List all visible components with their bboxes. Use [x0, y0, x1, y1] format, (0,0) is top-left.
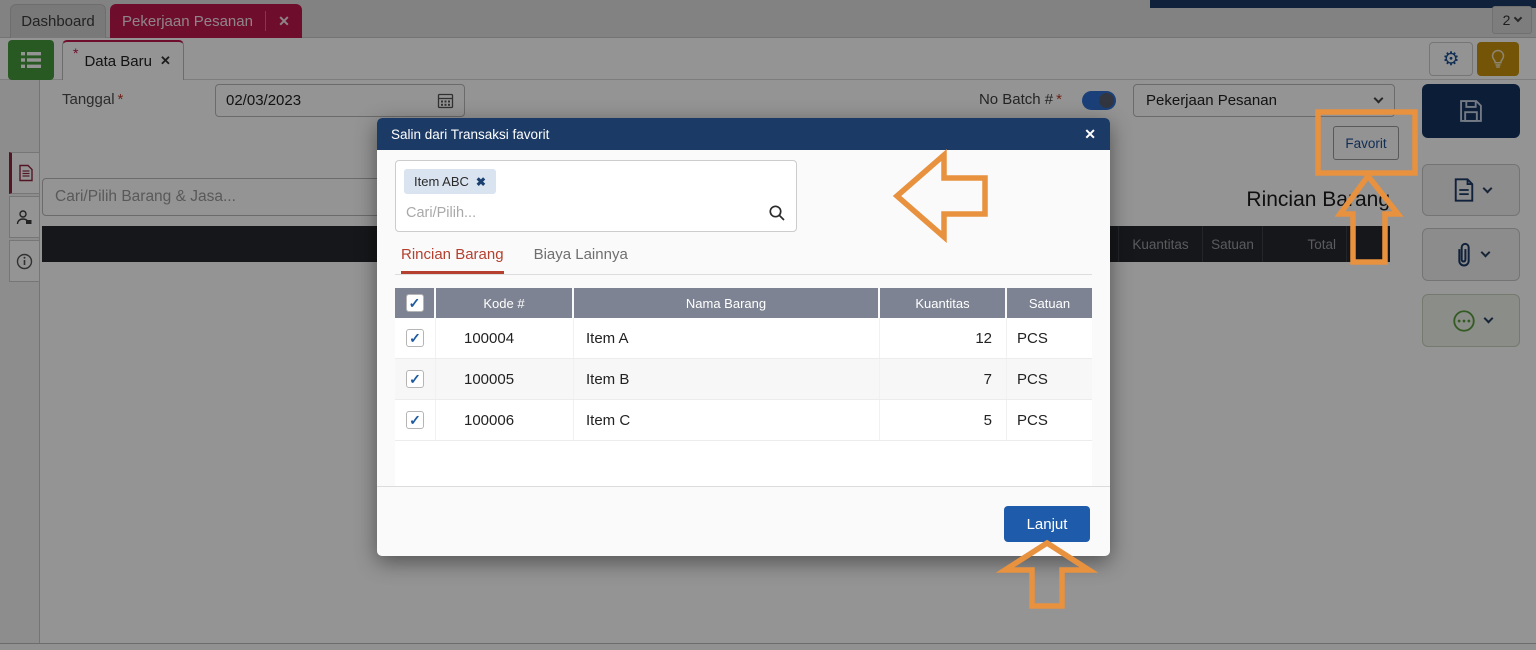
row-kode: 100004 — [436, 318, 574, 358]
close-icon[interactable]: ✕ — [1084, 126, 1096, 143]
row-checkbox[interactable]: ✓ — [406, 370, 424, 388]
row-kode: 100005 — [436, 359, 574, 399]
row-nama: Item A — [574, 318, 880, 358]
table-row[interactable]: ✓ 100004 Item A 12 PCS — [395, 318, 1092, 359]
modal-tabs: Rincian Barang Biaya Lainnya — [401, 246, 628, 274]
row-checkbox[interactable]: ✓ — [406, 411, 424, 429]
modal-table-body: ✓ 100004 Item A 12 PCS ✓ 100005 Item B 7… — [395, 318, 1092, 441]
favorite-search-box[interactable]: Item ABC ✖ — [395, 160, 797, 232]
table-empty-space — [395, 441, 1092, 487]
table-row[interactable]: ✓ 100006 Item C 5 PCS — [395, 400, 1092, 441]
modal-title: Salin dari Transaksi favorit — [391, 126, 550, 142]
row-kuantitas: 7 — [880, 359, 1007, 399]
search-icon[interactable] — [768, 204, 786, 222]
modal-item-table: ✓ Kode # Nama Barang Kuantitas Satuan ✓ … — [395, 288, 1092, 487]
selected-favorite-chip[interactable]: Item ABC ✖ — [404, 169, 496, 194]
chip-close-icon[interactable]: ✖ — [476, 175, 486, 189]
row-nama: Item B — [574, 359, 880, 399]
app-screen: Dashboard Pekerjaan Pesanan ✕ 2 * Data B… — [0, 0, 1536, 650]
select-all-checkbox[interactable]: ✓ — [405, 294, 424, 312]
tab-biaya-lainnya[interactable]: Biaya Lainnya — [534, 246, 628, 274]
col-kode: Kode # — [436, 288, 574, 318]
table-header-row: ✓ Kode # Nama Barang Kuantitas Satuan — [395, 288, 1092, 318]
salin-favorit-modal: Salin dari Transaksi favorit ✕ Item ABC … — [377, 118, 1110, 556]
row-kode: 100006 — [436, 400, 574, 440]
lanjut-button[interactable]: Lanjut — [1004, 506, 1090, 542]
col-kuantitas: Kuantitas — [880, 288, 1007, 318]
tab-separator — [395, 274, 1092, 275]
chip-label: Item ABC — [414, 174, 469, 189]
col-satuan: Satuan — [1028, 295, 1071, 311]
row-kuantitas: 12 — [880, 318, 1007, 358]
row-satuan: PCS — [1017, 370, 1048, 388]
row-kuantitas: 5 — [880, 400, 1007, 440]
row-nama: Item C — [574, 400, 880, 440]
col-nama-barang: Nama Barang — [574, 288, 880, 318]
row-checkbox-cell[interactable]: ✓ — [395, 359, 436, 399]
row-checkbox-cell[interactable]: ✓ — [395, 400, 436, 440]
row-satuan: PCS — [1017, 411, 1048, 429]
favorite-search-input[interactable] — [396, 199, 756, 227]
row-checkbox[interactable]: ✓ — [406, 329, 424, 347]
row-satuan: PCS — [1017, 329, 1048, 347]
table-row[interactable]: ✓ 100005 Item B 7 PCS — [395, 359, 1092, 400]
row-checkbox-cell[interactable]: ✓ — [395, 318, 436, 358]
footer-divider — [377, 486, 1110, 487]
select-all-cell[interactable]: ✓ — [395, 288, 436, 318]
modal-header: Salin dari Transaksi favorit ✕ — [377, 118, 1110, 150]
tab-rincian-barang[interactable]: Rincian Barang — [401, 246, 504, 274]
